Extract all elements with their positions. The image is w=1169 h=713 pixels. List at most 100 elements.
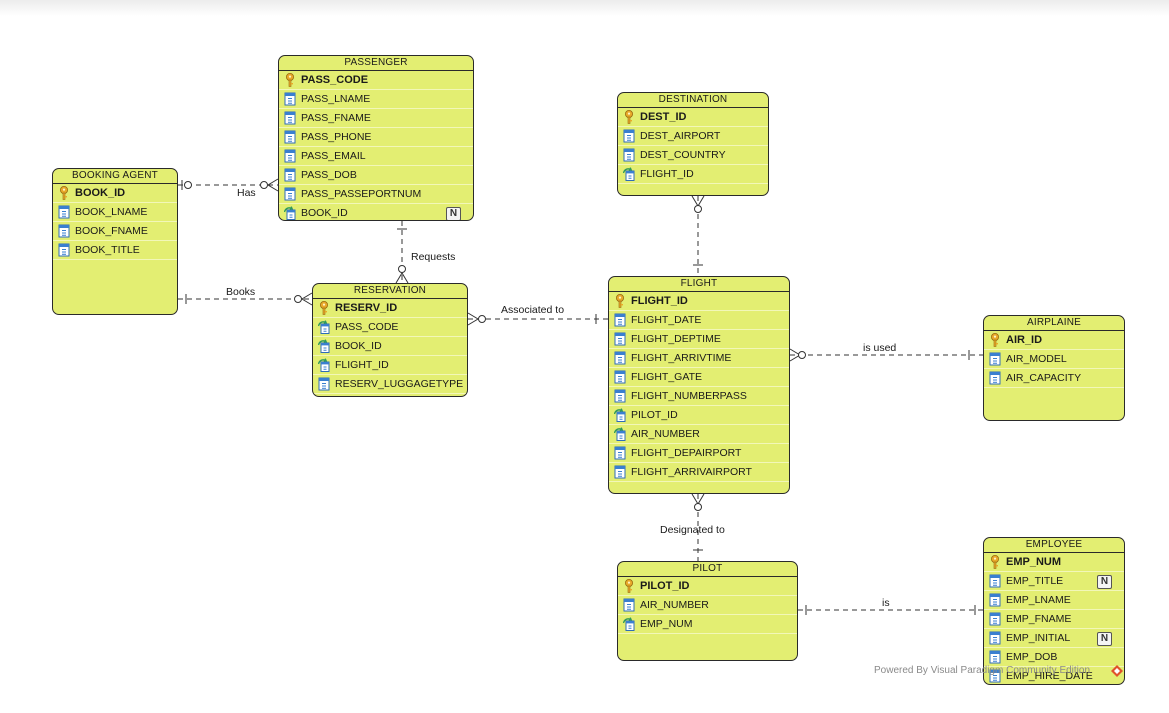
entity-reservation-attributes: RESERV_ID PASS_CODE BOOK_ID FLIGHT_ID RESERV… xyxy=(313,299,467,394)
attribute-row[interactable]: PILOT_ID xyxy=(609,406,789,425)
entity-passenger-title: PASSENGER xyxy=(279,56,473,71)
attribute-row[interactable]: BOOK_ID xyxy=(313,337,467,356)
attribute-row[interactable]: AIR_ID xyxy=(984,331,1124,350)
attribute-row[interactable]: EMP_NUM xyxy=(984,553,1124,572)
entity-destination-attributes: DEST_ID DEST_AIRPORT DEST_COUNTRY FLIGHT_ID xyxy=(618,108,768,184)
attribute-row[interactable]: AIR_NUMBER xyxy=(609,425,789,444)
attribute-row[interactable]: DEST_COUNTRY xyxy=(618,146,768,165)
attribute-row[interactable]: RESERV_LUGGAGETYPE xyxy=(313,375,467,394)
attribute-row[interactable]: FLIGHT_GATE xyxy=(609,368,789,387)
attribute-row[interactable]: PILOT_ID xyxy=(618,577,797,596)
attribute-name: FLIGHT_DATE xyxy=(631,314,702,326)
attribute-name: DEST_COUNTRY xyxy=(640,149,726,161)
attribute-row[interactable]: BOOK_LNAME xyxy=(53,203,177,222)
primary-key-icon xyxy=(623,579,635,593)
attribute-row[interactable]: DEST_AIRPORT xyxy=(618,127,768,146)
column-icon xyxy=(614,446,626,460)
entity-airplaine-attributes: AIR_ID AIR_MODEL AIR_CAPACITY xyxy=(984,331,1124,388)
attribute-name: PASS_FNAME xyxy=(301,112,371,124)
nullable-badge: N xyxy=(446,207,461,220)
column-icon xyxy=(614,370,626,384)
attribute-name: PASS_CODE xyxy=(301,74,369,86)
attribute-row[interactable]: PASS_PHONE xyxy=(279,128,473,147)
column-icon xyxy=(989,371,1001,385)
attribute-row[interactable]: BOOK_FNAME xyxy=(53,222,177,241)
attribute-row[interactable]: PASS_EMAIL xyxy=(279,147,473,166)
foreign-key-icon xyxy=(622,167,635,181)
foreign-key-icon xyxy=(317,320,330,334)
attribute-name: EMP_DOB xyxy=(1006,651,1058,663)
attribute-row[interactable]: PASS_CODE xyxy=(279,71,473,90)
entity-pilot-attributes: PILOT_ID AIR_NUMBER EMP_NUM xyxy=(618,577,797,634)
attribute-name: BOOK_ID xyxy=(301,207,348,219)
attribute-row[interactable]: FLIGHT_ARRIVAIRPORT xyxy=(609,463,789,482)
attribute-row[interactable]: FLIGHT_ARRIVTIME xyxy=(609,349,789,368)
entity-destination[interactable]: DESTINATION DEST_ID DEST_AIRPORT DEST_COUN… xyxy=(617,92,769,196)
attribute-name: DEST_ID xyxy=(640,111,687,123)
attribute-row[interactable]: PASS_CODE xyxy=(313,318,467,337)
column-icon xyxy=(284,187,296,201)
attribute-row[interactable]: DEST_ID xyxy=(618,108,768,127)
attribute-row[interactable]: PASS_DOB xyxy=(279,166,473,185)
foreign-key-icon xyxy=(317,358,330,372)
entity-airplaine[interactable]: AIRPLAINE AIR_ID AIR_MODEL AIR_CAPACITY xyxy=(983,315,1125,421)
attribute-name: FLIGHT_DEPTIME xyxy=(631,333,721,345)
attribute-name: AIR_ID xyxy=(1006,334,1043,346)
nullable-badge: N xyxy=(1097,575,1112,589)
primary-key-icon xyxy=(284,73,296,87)
attribute-row[interactable]: FLIGHT_ID xyxy=(313,356,467,375)
attribute-row[interactable]: FLIGHT_DATE xyxy=(609,311,789,330)
entity-passenger[interactable]: PASSENGER PASS_CODE PASS_LNAME PASS_FNAME P… xyxy=(278,55,474,221)
primary-key-icon xyxy=(989,555,1001,569)
entity-booking-agent-title: BOOKING AGENT xyxy=(53,169,177,184)
entity-flight-title: FLIGHT xyxy=(609,277,789,292)
attribute-name: PASS_EMAIL xyxy=(301,150,366,162)
attribute-row[interactable]: PASS_PASSEPORTNUM xyxy=(279,185,473,204)
attribute-row[interactable]: FLIGHT_DEPTIME xyxy=(609,330,789,349)
powered-by-footer: Powered By Visual Paradigm Community Edi… xyxy=(874,665,1091,676)
attribute-row[interactable]: BOOK_TITLE xyxy=(53,241,177,260)
entity-reservation[interactable]: RESERVATION RESERV_ID PASS_CODE BOOK_ID FLI… xyxy=(312,283,468,397)
primary-key-icon xyxy=(989,333,1001,347)
foreign-key-icon xyxy=(622,617,635,631)
entity-pilot[interactable]: PILOT PILOT_ID AIR_NUMBER EMP_NUM xyxy=(617,561,798,661)
attribute-row[interactable]: BOOK_ID xyxy=(53,184,177,203)
attribute-row[interactable]: EMP_FNAME xyxy=(984,610,1124,629)
entity-employee[interactable]: EMPLOYEE EMP_NUM EMP_TITLE N EMP_LNAME EMP_F… xyxy=(983,537,1125,685)
attribute-name: EMP_LNAME xyxy=(1006,594,1071,606)
attribute-name: PASS_PASSEPORTNUM xyxy=(301,188,422,200)
attribute-row[interactable]: AIR_NUMBER xyxy=(618,596,797,615)
attribute-row[interactable]: EMP_INITIAL N xyxy=(984,629,1124,648)
entity-booking-agent-attributes: BOOK_ID BOOK_LNAME BOOK_FNAME BOOK_TITLE xyxy=(53,184,177,260)
attribute-row[interactable]: EMP_LNAME xyxy=(984,591,1124,610)
entity-pilot-title: PILOT xyxy=(618,562,797,577)
entity-flight[interactable]: FLIGHT FLIGHT_ID FLIGHT_DATE FLIGHT_DEPTIM… xyxy=(608,276,790,494)
primary-key-icon xyxy=(623,110,635,124)
attribute-row[interactable]: FLIGHT_ID xyxy=(618,165,768,184)
attribute-row[interactable]: AIR_MODEL xyxy=(984,350,1124,369)
attribute-row[interactable]: PASS_LNAME xyxy=(279,90,473,109)
attribute-row[interactable]: FLIGHT_NUMBERPASS xyxy=(609,387,789,406)
attribute-name: AIR_NUMBER xyxy=(631,428,700,440)
relationship-label-is-used: is used xyxy=(863,342,897,354)
attribute-row[interactable]: RESERV_ID xyxy=(313,299,467,318)
visual-paradigm-logo-icon xyxy=(1111,665,1123,677)
entity-reservation-title: RESERVATION xyxy=(313,284,467,299)
attribute-name: PASS_LNAME xyxy=(301,93,371,105)
attribute-name: PASS_CODE xyxy=(335,321,399,333)
attribute-row[interactable]: AIR_CAPACITY xyxy=(984,369,1124,388)
attribute-name: EMP_NUM xyxy=(1006,556,1062,568)
entity-booking-agent[interactable]: BOOKING AGENT BOOK_ID BOOK_LNAME BOOK_FNAM… xyxy=(52,168,178,315)
attribute-row[interactable]: FLIGHT_ID xyxy=(609,292,789,311)
attribute-name: FLIGHT_ARRIVAIRPORT xyxy=(631,466,752,478)
foreign-key-icon xyxy=(613,408,626,422)
attribute-row[interactable]: EMP_NUM xyxy=(618,615,797,634)
attribute-name: FLIGHT_NUMBERPASS xyxy=(631,390,747,402)
attribute-row[interactable]: EMP_TITLE N xyxy=(984,572,1124,591)
attribute-row[interactable]: FLIGHT_DEPAIRPORT xyxy=(609,444,789,463)
column-icon xyxy=(623,148,635,162)
column-icon xyxy=(623,129,635,143)
attribute-row[interactable]: PASS_FNAME xyxy=(279,109,473,128)
attribute-row[interactable]: BOOK_ID N xyxy=(279,204,473,220)
column-icon xyxy=(614,332,626,346)
